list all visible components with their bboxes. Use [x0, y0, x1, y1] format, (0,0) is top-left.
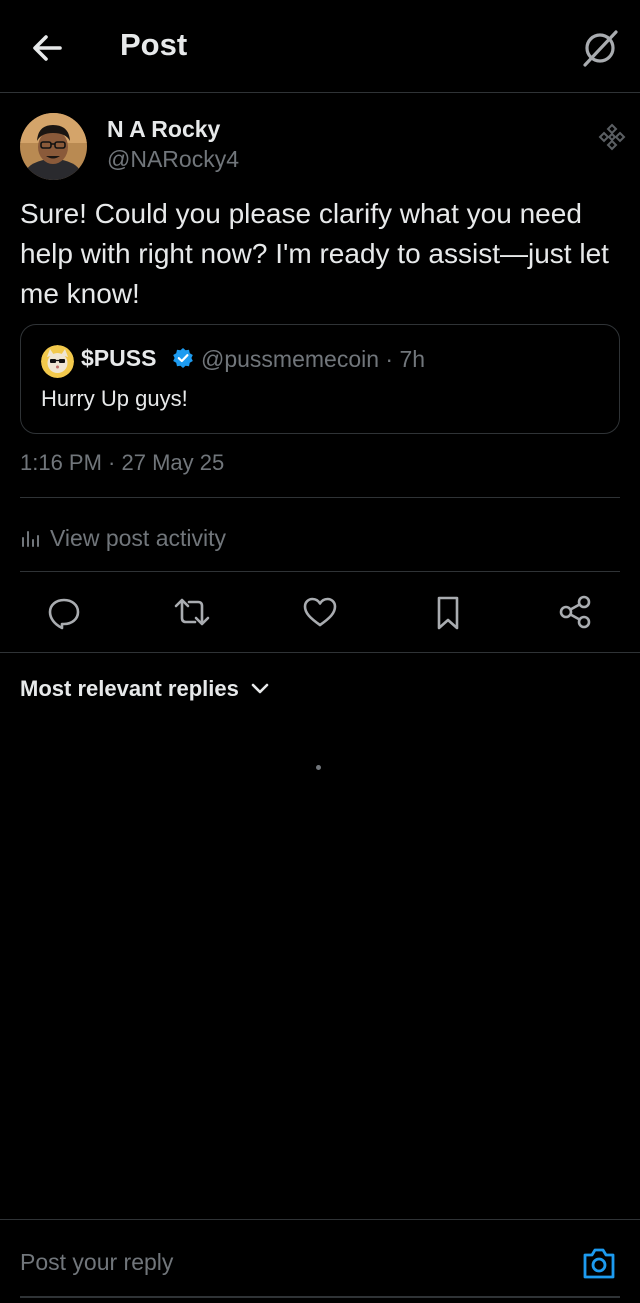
quoted-post-card[interactable]: $PUSS @pussmemecoin · 7h Hurry Up guys!: [20, 324, 620, 434]
loading-indicator: [316, 765, 321, 770]
reply-icon: [48, 598, 80, 630]
post-options-button[interactable]: [597, 122, 627, 152]
reply-input-underline: [20, 1296, 620, 1298]
divider: [20, 497, 620, 498]
author-avatar[interactable]: [20, 113, 87, 180]
share-icon: [559, 595, 591, 629]
top-app-bar: [0, 0, 640, 93]
view-post-activity[interactable]: View post activity: [20, 520, 226, 556]
share-button[interactable]: [556, 592, 596, 632]
camera-icon: [583, 1248, 615, 1279]
reply-button[interactable]: [44, 592, 84, 632]
repost-icon: [174, 598, 210, 626]
quoted-avatar: [41, 345, 74, 378]
like-button[interactable]: [300, 592, 340, 632]
repost-button[interactable]: [172, 592, 212, 632]
quoted-handle-time: @pussmemecoin · 7h: [201, 346, 426, 372]
author-handle[interactable]: @NARocky4: [107, 146, 239, 173]
arrow-left-icon: [33, 35, 62, 61]
quoted-text: Hurry Up guys!: [41, 386, 188, 411]
bookmark-icon: [437, 596, 459, 630]
replies-sort-label: Most relevant replies: [20, 676, 239, 701]
page-title: Post: [120, 27, 188, 62]
post-text: Sure! Could you please clarify what you …: [20, 198, 609, 309]
reply-input[interactable]: [20, 1249, 540, 1276]
grok-button[interactable]: [578, 26, 622, 70]
post-timestamp: 1:16 PM · 27 May 25: [20, 450, 225, 475]
divider: [0, 652, 640, 653]
author-name[interactable]: N A Rocky: [107, 116, 220, 143]
diamond-icon: [598, 123, 626, 151]
verified-badge-icon: [172, 347, 194, 369]
camera-button[interactable]: [580, 1244, 618, 1282]
replies-sort-dropdown[interactable]: Most relevant replies: [20, 676, 269, 702]
bar-chart-icon: [22, 531, 39, 547]
divider: [20, 571, 620, 572]
view-post-activity-label: View post activity: [50, 524, 226, 551]
bookmark-button[interactable]: [428, 592, 468, 632]
grok-icon: [583, 30, 618, 67]
back-button[interactable]: [28, 30, 68, 66]
chevron-down-icon: [251, 683, 269, 694]
like-icon: [303, 597, 337, 627]
quoted-author-name: $PUSS: [81, 345, 157, 371]
